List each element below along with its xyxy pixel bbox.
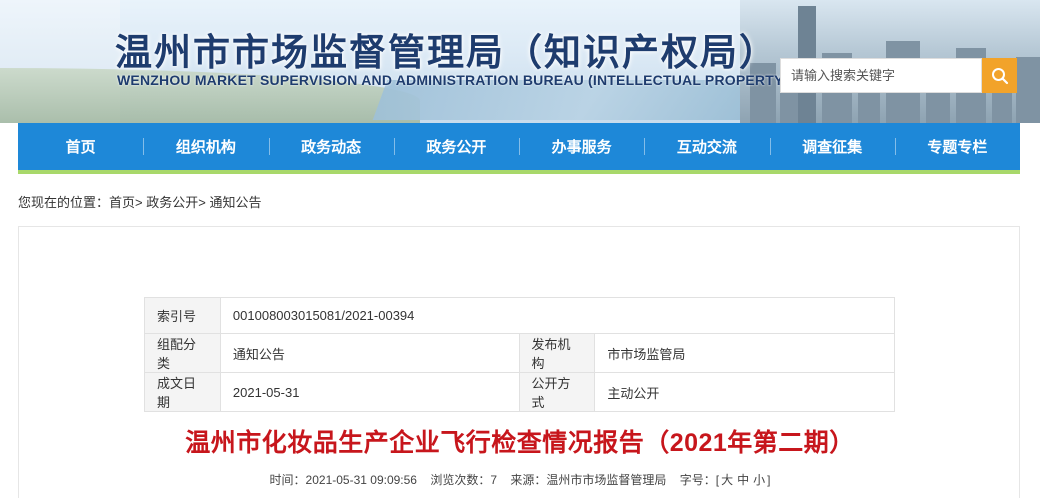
document-meta-table: 索引号 001008003015081/2021-00394 组配分类 通知公告… <box>144 297 896 412</box>
index-value: 001008003015081/2021-00394 <box>219 297 896 334</box>
font-size-label: 字号：[ <box>679 473 720 487</box>
nav-item-organization[interactable]: 组织机构 <box>143 123 268 170</box>
publisher-label: 发布机构 <box>518 333 596 373</box>
nav-item-disclosure[interactable]: 政务公开 <box>393 123 519 170</box>
view-count: 浏览次数：7 <box>430 473 498 487</box>
category-value: 通知公告 <box>219 333 520 373</box>
table-row: 索引号 001008003015081/2021-00394 <box>144 297 896 334</box>
breadcrumb-separator: > <box>135 195 143 210</box>
table-row: 成文日期 2021-05-31 公开方式 主动公开 <box>144 372 895 412</box>
main-nav: 首页 组织机构 政务动态 政务公开 办事服务 互动交流 调查征集 专题专栏 <box>18 123 1020 170</box>
nav-item-topics[interactable]: 专题专栏 <box>894 123 1020 170</box>
site-title: 温州市市场监督管理局（知识产权局） <box>115 32 778 73</box>
font-size-large[interactable]: 大 <box>721 473 733 487</box>
nav-item-services[interactable]: 办事服务 <box>519 123 644 170</box>
header-banner: 温州市市场监督管理局（知识产权局） WENZHOU MARKET SUPERVI… <box>0 0 1040 123</box>
disclosure-label: 公开方式 <box>518 372 596 412</box>
nav-item-news[interactable]: 政务动态 <box>268 123 394 170</box>
article-info: 时间：2021-05-31 09:09:56 浏览次数：7 来源：温州市市场监督… <box>0 471 1040 488</box>
font-size-close: ] <box>767 473 771 487</box>
search-button[interactable] <box>982 58 1017 93</box>
category-label: 组配分类 <box>144 333 221 373</box>
publisher-value: 市市场监管局 <box>594 333 895 373</box>
date-value: 2021-05-31 <box>219 372 520 412</box>
nav-item-survey[interactable]: 调查征集 <box>769 123 895 170</box>
breadcrumb-notices[interactable]: 通知公告 <box>209 195 261 210</box>
font-size-medium[interactable]: 中 <box>737 473 749 487</box>
breadcrumb: 您现在的位置：首页> 政务公开> 通知公告 <box>18 192 262 211</box>
font-size-small[interactable]: 小 <box>753 473 765 487</box>
article-title: 温州市化妆品生产企业飞行检查情况报告（2021年第二期） <box>185 429 855 457</box>
breadcrumb-prefix: 您现在的位置： <box>18 195 110 210</box>
table-row: 组配分类 通知公告 发布机构 市市场监管局 <box>144 333 895 373</box>
search-icon <box>991 67 1008 84</box>
site-title-en: WENZHOU MARKET SUPERVISION AND ADMINISTR… <box>117 72 845 88</box>
breadcrumb-home[interactable]: 首页 <box>109 195 135 210</box>
font-size-control: 字号：[大中小] <box>680 473 771 487</box>
disclosure-value: 主动公开 <box>594 372 895 412</box>
nav-item-home[interactable]: 首页 <box>18 123 143 170</box>
breadcrumb-disclosure[interactable]: 政务公开 <box>146 195 198 210</box>
search-input[interactable] <box>780 58 982 93</box>
breadcrumb-separator: > <box>198 195 206 210</box>
article-source: 来源：温州市市场监督管理局 <box>510 473 667 487</box>
index-label: 索引号 <box>144 297 221 334</box>
nav-item-interaction[interactable]: 互动交流 <box>644 123 769 170</box>
publish-time: 时间：2021-05-31 09:09:56 <box>269 473 417 487</box>
nav-accent-bar <box>18 170 1020 174</box>
date-label: 成文日期 <box>144 372 221 412</box>
